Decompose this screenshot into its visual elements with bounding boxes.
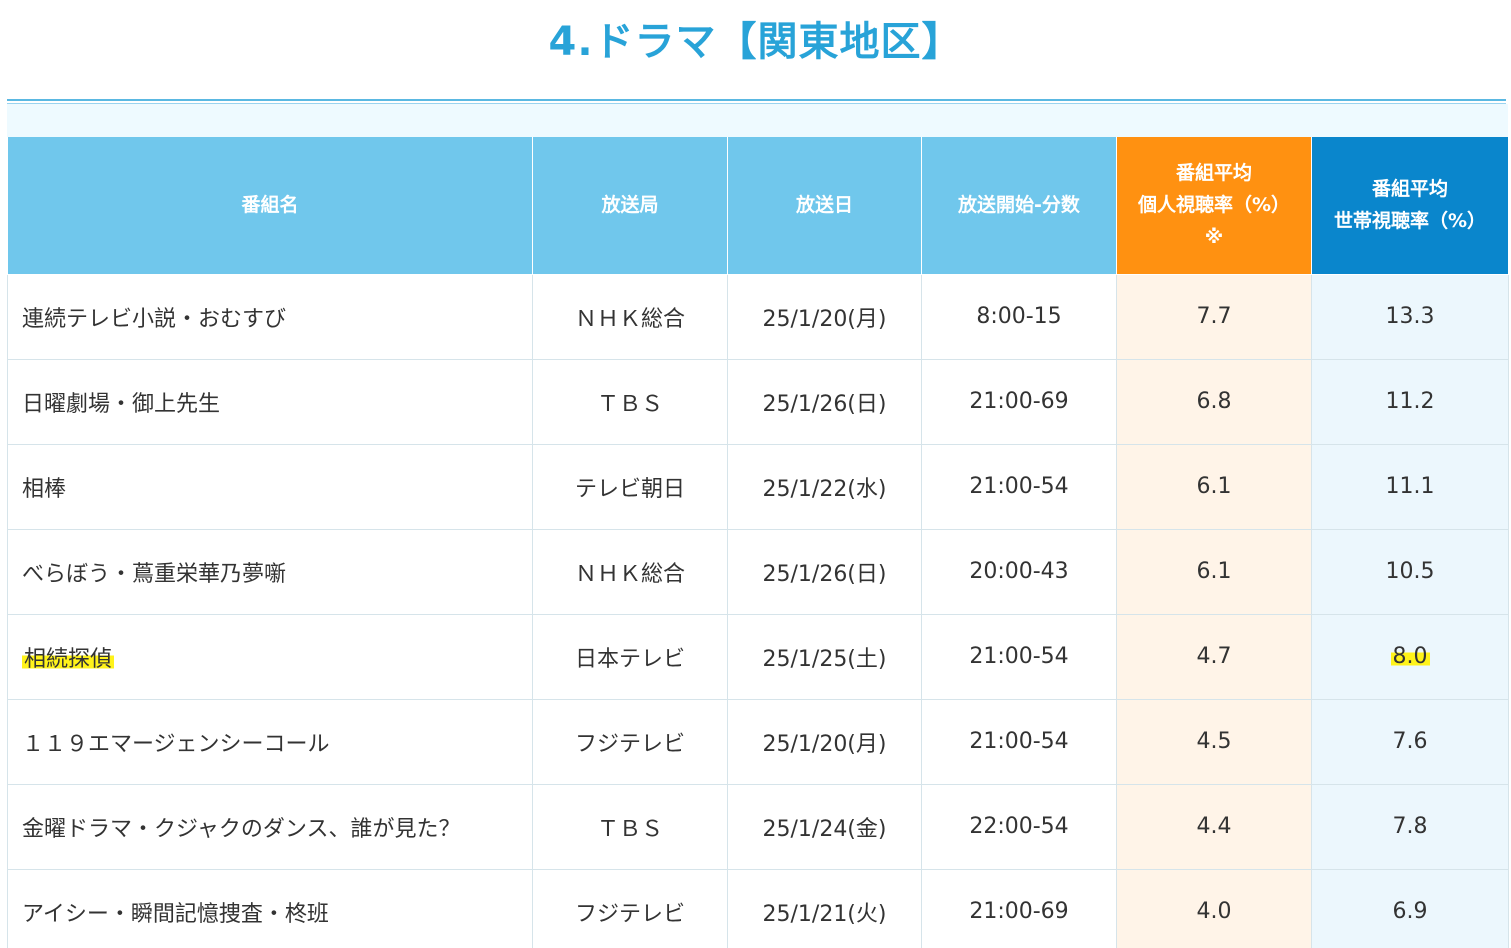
cell-household-rating: 7.8 bbox=[1311, 783, 1509, 870]
table-row: 金曜ドラマ・クジャクのダンス、誰が見た？ ＴＢＳ 25/1/24(金) 22:0… bbox=[7, 783, 1509, 870]
cell-station: ＴＢＳ bbox=[532, 783, 728, 870]
cell-start-duration: 20:00-43 bbox=[921, 528, 1117, 615]
ratings-table: 番組名 放送局 放送日 放送開始-分数 番組平均 個人視聴率（%） ※ 番組平均… bbox=[7, 137, 1509, 948]
cell-start-duration: 21:00-54 bbox=[921, 613, 1117, 700]
cell-household-rating: 11.1 bbox=[1311, 443, 1509, 530]
cell-start-duration: 21:00-69 bbox=[921, 358, 1117, 445]
cell-start-duration: 8:00-15 bbox=[921, 273, 1117, 360]
cell-program-name: べらぼう・蔦重栄華乃夢噺 bbox=[7, 528, 533, 615]
cell-broadcast-date: 25/1/22(水) bbox=[727, 443, 922, 530]
cell-program-name: １１９エマージェンシーコール bbox=[7, 698, 533, 785]
cell-broadcast-date: 25/1/21(火) bbox=[727, 868, 922, 948]
cell-personal-rating: 6.1 bbox=[1116, 443, 1312, 530]
cell-personal-rating: 4.0 bbox=[1116, 868, 1312, 948]
cell-station: ＮＨＫ総合 bbox=[532, 528, 728, 615]
cell-personal-rating: 4.5 bbox=[1116, 698, 1312, 785]
cell-personal-rating: 4.7 bbox=[1116, 613, 1312, 700]
section-title: 4.ドラマ【関東地区】 bbox=[548, 19, 963, 65]
header-broadcast-date: 放送日 bbox=[727, 137, 922, 275]
cell-station: フジテレビ bbox=[532, 868, 728, 948]
cell-program-name: 相棒 bbox=[7, 443, 533, 530]
table-row: 日曜劇場・御上先生 ＴＢＳ 25/1/26(日) 21:00-69 6.8 11… bbox=[7, 358, 1509, 445]
cell-broadcast-date: 25/1/24(金) bbox=[727, 783, 922, 870]
cell-broadcast-date: 25/1/26(日) bbox=[727, 358, 922, 445]
cell-start-duration: 21:00-54 bbox=[921, 443, 1117, 530]
cell-household-rating: 10.5 bbox=[1311, 528, 1509, 615]
cell-start-duration: 22:00-54 bbox=[921, 783, 1117, 870]
table-row: 連続テレビ小説・おむすび ＮＨＫ総合 25/1/20(月) 8:00-15 7.… bbox=[7, 273, 1509, 360]
cell-station: フジテレビ bbox=[532, 698, 728, 785]
title-divider bbox=[7, 99, 1506, 101]
cell-program-name: 金曜ドラマ・クジャクのダンス、誰が見た？ bbox=[7, 783, 533, 870]
cell-program-name: 連続テレビ小説・おむすび bbox=[7, 273, 533, 360]
table-header: 番組名 放送局 放送日 放送開始-分数 番組平均 個人視聴率（%） ※ 番組平均… bbox=[7, 137, 1509, 275]
cell-station: ＴＢＳ bbox=[532, 358, 728, 445]
cell-program-name: 日曜劇場・御上先生 bbox=[7, 358, 533, 445]
header-household-rating: 番組平均 世帯視聴率（%） bbox=[1311, 137, 1509, 275]
cell-station: 日本テレビ bbox=[532, 613, 728, 700]
header-personal-rating: 番組平均 個人視聴率（%） ※ bbox=[1116, 137, 1312, 275]
table-row: アイシー・瞬間記憶捜査・柊班 フジテレビ 25/1/21(火) 21:00-69… bbox=[7, 868, 1509, 948]
cell-household-rating: 7.6 bbox=[1311, 698, 1509, 785]
highlighted-household-rating: 8.0 bbox=[1390, 644, 1430, 669]
table-top-band bbox=[7, 104, 1508, 137]
table-row-highlighted: 相続探偵 日本テレビ 25/1/25(土) 21:00-54 4.7 8.0 bbox=[7, 613, 1509, 700]
header-personal-line2: 個人視聴率（%） bbox=[1137, 194, 1291, 217]
cell-start-duration: 21:00-69 bbox=[921, 868, 1117, 948]
cell-station: ＮＨＫ総合 bbox=[532, 273, 728, 360]
cell-personal-rating: 6.1 bbox=[1116, 528, 1312, 615]
cell-personal-rating: 7.7 bbox=[1116, 273, 1312, 360]
cell-program-name: アイシー・瞬間記憶捜査・柊班 bbox=[7, 868, 533, 948]
header-program-name: 番組名 bbox=[7, 137, 533, 275]
highlighted-program-name: 相続探偵 bbox=[22, 646, 115, 672]
cell-personal-rating: 6.8 bbox=[1116, 358, 1312, 445]
cell-household-rating: 11.2 bbox=[1311, 358, 1509, 445]
header-station: 放送局 bbox=[532, 137, 728, 275]
section-header: 4.ドラマ【関東地区】 bbox=[0, 0, 1511, 98]
header-household-line2: 世帯視聴率（%） bbox=[1333, 210, 1487, 233]
cell-broadcast-date: 25/1/26(日) bbox=[727, 528, 922, 615]
cell-personal-rating: 4.4 bbox=[1116, 783, 1312, 870]
table-body: 連続テレビ小説・おむすび ＮＨＫ総合 25/1/20(月) 8:00-15 7.… bbox=[7, 273, 1509, 948]
table-row: 相棒 テレビ朝日 25/1/22(水) 21:00-54 6.1 11.1 bbox=[7, 443, 1509, 530]
header-personal-note: ※ bbox=[1204, 226, 1224, 249]
header-start-duration: 放送開始-分数 bbox=[921, 137, 1117, 275]
cell-start-duration: 21:00-54 bbox=[921, 698, 1117, 785]
cell-broadcast-date: 25/1/20(月) bbox=[727, 698, 922, 785]
cell-household-rating: 8.0 bbox=[1311, 613, 1509, 700]
cell-station: テレビ朝日 bbox=[532, 443, 728, 530]
header-household-line1: 番組平均 bbox=[1371, 178, 1448, 201]
cell-broadcast-date: 25/1/25(土) bbox=[727, 613, 922, 700]
page: 4.ドラマ【関東地区】 番組名 放送局 放送日 放送開始-分数 番組平均 個人視… bbox=[0, 0, 1511, 948]
table-row: べらぼう・蔦重栄華乃夢噺 ＮＨＫ総合 25/1/26(日) 20:00-43 6… bbox=[7, 528, 1509, 615]
cell-program-name: 相続探偵 bbox=[7, 613, 533, 700]
cell-household-rating: 13.3 bbox=[1311, 273, 1509, 360]
header-personal-line1: 番組平均 bbox=[1175, 162, 1252, 185]
cell-broadcast-date: 25/1/20(月) bbox=[727, 273, 922, 360]
cell-household-rating: 6.9 bbox=[1311, 868, 1509, 948]
header-row: 番組名 放送局 放送日 放送開始-分数 番組平均 個人視聴率（%） ※ 番組平均… bbox=[7, 137, 1509, 275]
table-row: １１９エマージェンシーコール フジテレビ 25/1/20(月) 21:00-54… bbox=[7, 698, 1509, 785]
